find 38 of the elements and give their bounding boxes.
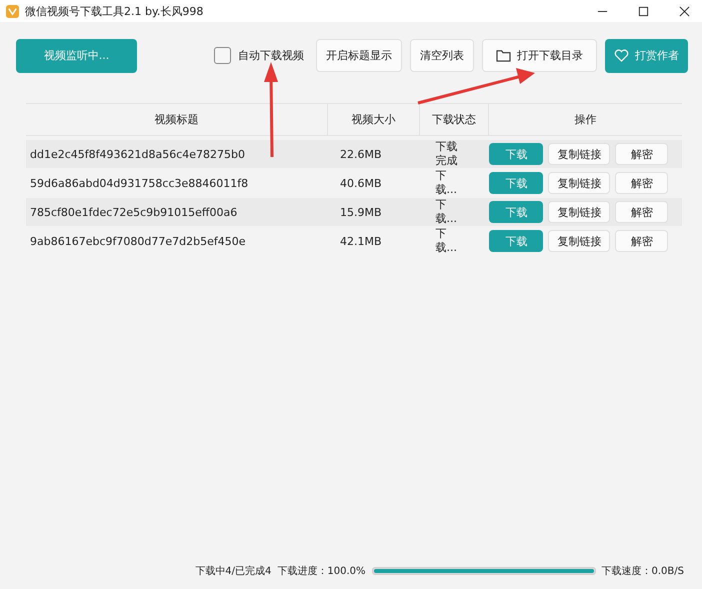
copy-link-button[interactable]: 复制链接	[548, 201, 610, 223]
decrypt-button[interactable]: 解密	[615, 143, 668, 165]
clear-list-button[interactable]: 清空列表	[410, 39, 474, 72]
table-cell-text: 9ab86167ebc9f7080d77e7d2b5ef450e	[29, 234, 246, 248]
window-title: 微信视频号下载工具2.1 by.长风998	[25, 4, 204, 18]
table-cell-text: 59d6a86abd04d931758cc3e8846011f8	[29, 176, 250, 190]
copy-link-button[interactable]: 复制链接	[548, 143, 610, 165]
table-cell-text: 40.6MB	[339, 176, 383, 190]
table-cell-text: 22.6MB	[339, 148, 383, 160]
auto-download-checkbox[interactable]	[214, 47, 231, 64]
title-display-button[interactable]: 开启标题显示	[316, 39, 402, 72]
table-cell-text: dd1e2c45f8f493621d8a56c4e78275b0	[29, 148, 246, 160]
decrypt-button[interactable]: 解密	[615, 201, 668, 223]
close-icon[interactable]	[679, 6, 690, 16]
status-counts: 下载中4/已完成4	[195, 564, 272, 578]
decrypt-button[interactable]: 解密	[615, 172, 668, 194]
decrypt-button[interactable]: 解密	[615, 230, 668, 252]
table-cell-text: 下载...	[434, 198, 458, 226]
table-cell-text: 下载完成	[434, 140, 458, 168]
maximize-icon[interactable]	[638, 6, 649, 16]
open-folder-button[interactable]: 打开下载目录	[482, 39, 597, 72]
download-speed: 下载速度：0.0B/S	[602, 564, 684, 578]
table-cell-text: 下载...	[434, 227, 458, 255]
table-cell-text: 785cf80e1fdec72e5c9b91015eff00a6	[29, 206, 238, 218]
column-header: 视频标题	[26, 104, 328, 135]
column-header: 视频大小	[328, 104, 420, 135]
app-logo-icon	[6, 4, 19, 18]
folder-icon	[496, 49, 511, 62]
heart-icon	[614, 49, 629, 62]
table-cell-text: 42.1MB	[339, 234, 383, 248]
column-header: 下载状态	[420, 104, 489, 135]
table-cell-text: 下载...	[434, 169, 458, 197]
copy-link-button[interactable]: 复制链接	[548, 230, 610, 252]
column-header: 操作	[573, 112, 598, 128]
copy-link-button[interactable]: 复制链接	[548, 172, 610, 194]
auto-download-label: 自动下载视频	[238, 48, 304, 63]
progress-label: 下载进度：100.0%	[277, 564, 366, 578]
table-cell-text: 15.9MB	[339, 206, 383, 218]
